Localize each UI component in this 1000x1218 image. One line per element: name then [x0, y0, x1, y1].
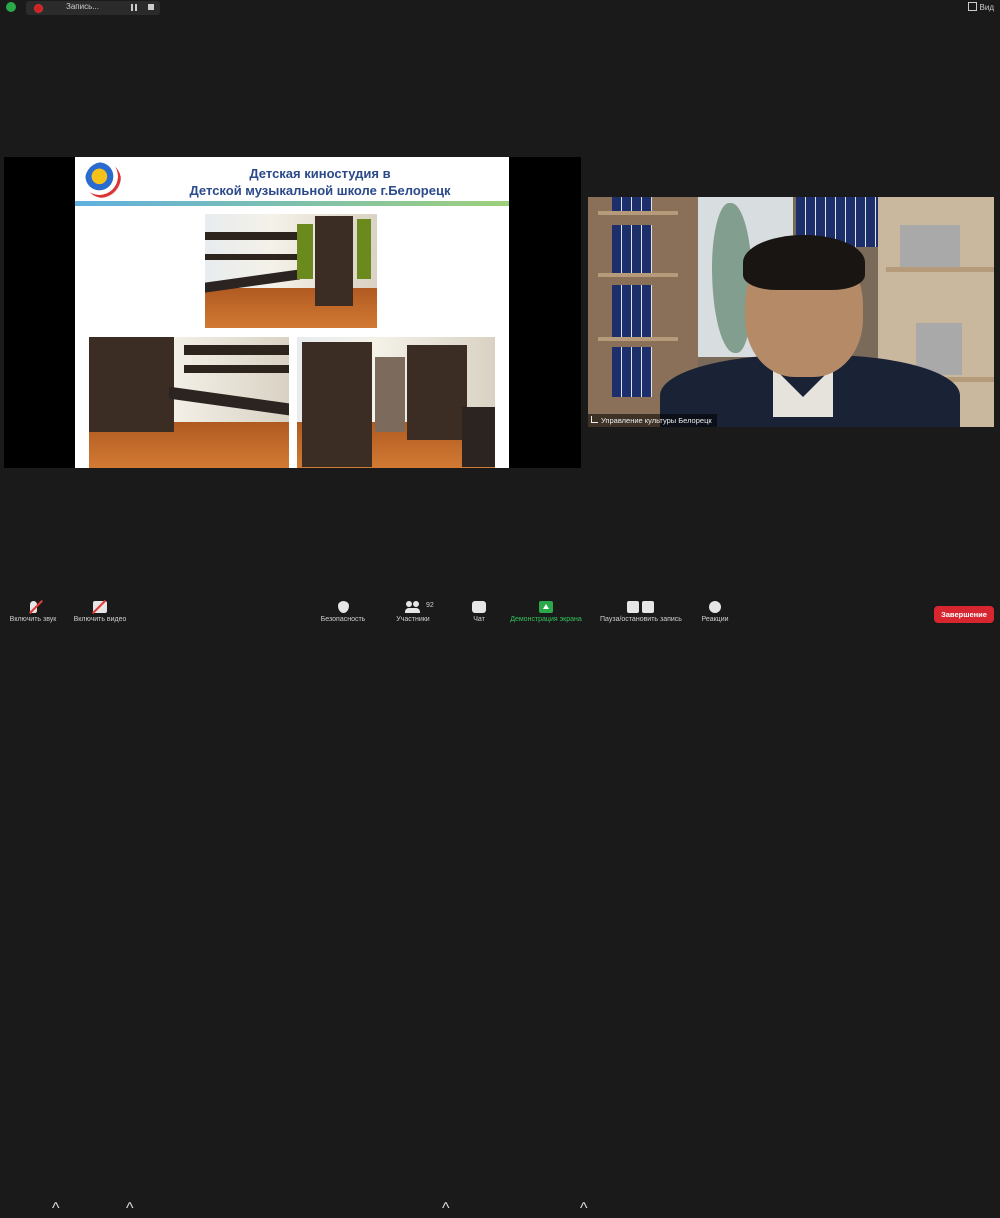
security-label: Безопасность [320, 616, 366, 623]
mute-button[interactable]: Включить звук [4, 596, 62, 631]
view-label: Вид [979, 3, 994, 12]
participants-label: Участники [396, 616, 430, 623]
shield-status-icon[interactable] [6, 2, 16, 12]
school-logo [85, 162, 121, 198]
participant-name-label: Управление культуры Белорецк [588, 414, 717, 427]
video-off-icon [93, 601, 107, 613]
pause-stop-recording-icon [627, 601, 655, 613]
participants-icon [405, 601, 420, 613]
slide-divider [75, 201, 509, 206]
mic-options-caret-icon[interactable]: ^ [52, 1200, 60, 1218]
slide-title-line1: Детская киностудия в [249, 166, 391, 181]
participant-name: Управление культуры Белорецк [601, 416, 712, 425]
security-button[interactable]: Безопасность [314, 596, 372, 631]
mute-label: Включить звук [9, 616, 57, 623]
record-dot-icon [34, 4, 43, 13]
chat-label: Чат [473, 616, 485, 623]
slide-title-line2: Детской музыкальной школе г.Белорецк [189, 183, 451, 198]
reactions-icon [709, 601, 721, 613]
participants-count: 92 [426, 602, 434, 609]
start-video-button[interactable]: Включить видео [68, 596, 132, 631]
share-label: Демонстрация экрана [510, 616, 582, 623]
share-options-caret-icon[interactable]: ^ [580, 1200, 588, 1218]
studio-photo-3 [297, 337, 495, 468]
studio-photo-2 [89, 337, 289, 468]
shared-screen: Детская киностудия в Детской музыкальной… [4, 157, 581, 468]
video-options-caret-icon[interactable]: ^ [126, 1200, 134, 1218]
chat-button[interactable]: Чат [462, 596, 496, 631]
video-label: Включить видео [73, 616, 127, 623]
view-button[interactable]: Вид [967, 2, 994, 12]
grid-icon [967, 2, 977, 11]
end-meeting-button[interactable]: Завершение [934, 606, 994, 623]
shield-icon [337, 601, 349, 613]
meeting-toolbar: Включить звук ^ Включить видео ^ Безопас… [0, 596, 1000, 1217]
stop-icon[interactable] [148, 4, 154, 10]
share-screen-icon [539, 601, 553, 613]
slide-title: Детская киностудия в Детской музыкальной… [135, 165, 505, 199]
pause-icon[interactable] [130, 4, 138, 11]
reactions-label: Реакции [701, 616, 729, 623]
chat-icon [472, 601, 486, 613]
recording-label: Запись... [66, 2, 99, 11]
participants-options-caret-icon[interactable]: ^ [442, 1200, 450, 1218]
participant-video[interactable]: Управление культуры Белорецк [588, 197, 994, 427]
share-screen-button[interactable]: Демонстрация экрана [504, 596, 588, 631]
microphone-muted-icon [29, 601, 37, 613]
signal-icon [591, 416, 598, 423]
pause-stop-recording-button[interactable]: Пауза/остановить запись [594, 596, 688, 631]
studio-photo-1 [205, 214, 377, 328]
reactions-button[interactable]: Реакции [696, 596, 734, 631]
record-label: Пауза/остановить запись [600, 616, 682, 623]
presentation-slide: Детская киностудия в Детской музыкальной… [75, 157, 509, 468]
recording-indicator: Запись... [26, 1, 160, 15]
top-bar: Запись... Вид [0, 0, 1000, 16]
